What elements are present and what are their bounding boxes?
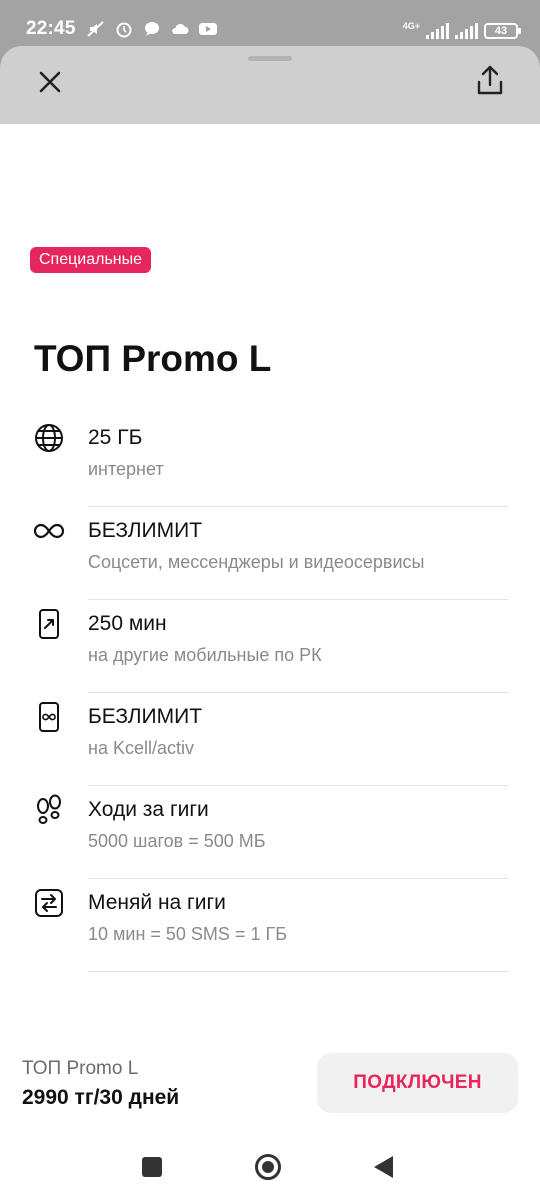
share-icon	[477, 65, 503, 95]
bottom-plan-name: ТОП Promo L	[22, 1058, 139, 1079]
globe-icon	[32, 421, 66, 455]
status-time: 22:45	[26, 18, 76, 39]
back-button[interactable]	[374, 1156, 393, 1178]
recents-button[interactable]	[142, 1157, 162, 1177]
mute-icon	[86, 20, 106, 38]
alarm-icon	[114, 20, 134, 38]
list-item: 250 мин на другие мобильные по РК	[0, 600, 540, 693]
list-item: Меняй на гиги 10 мин = 50 SMS = 1 ГБ	[0, 879, 540, 972]
phone-outgoing-icon	[32, 607, 66, 641]
youtube-icon	[198, 20, 218, 38]
close-button[interactable]	[30, 62, 70, 102]
signal-icon-2	[455, 23, 478, 39]
exchange-icon	[32, 886, 66, 920]
phone-unlimited-icon	[32, 700, 66, 734]
navigation-bar	[0, 1134, 540, 1200]
feature-title: БЕЗЛИМИТ	[88, 705, 203, 728]
feature-list: 25 ГБ интернет БЕЗЛИМИТ Соцсети, мессенд…	[0, 414, 540, 972]
status-icons	[86, 20, 218, 38]
feature-title: БЕЗЛИМИТ	[88, 519, 203, 542]
category-badge: Специальные	[30, 247, 152, 273]
bottom-bar: ТОП Promo L 2990 тг/30 дней ПОДКЛЮЧЕН	[0, 1034, 540, 1134]
cloud-icon	[170, 20, 190, 38]
bottom-price: 2990 тг/30 дней	[22, 1086, 180, 1109]
list-item: БЕЗЛИМИТ на Kcell/activ	[0, 693, 540, 786]
feature-title: 250 мин	[88, 612, 167, 635]
network-label: 4G+	[402, 21, 420, 31]
feature-title: Меняй на гиги	[88, 891, 226, 914]
share-button[interactable]	[468, 58, 512, 102]
feature-subtitle: интернет	[88, 459, 164, 479]
close-icon	[39, 71, 61, 93]
list-item: Ходи за гиги 5000 шагов = 500 МБ	[0, 786, 540, 879]
feature-title: 25 ГБ	[88, 426, 143, 449]
list-item: 25 ГБ интернет	[0, 414, 540, 507]
page-title: ТОП Promo L	[34, 338, 272, 379]
feature-subtitle: 10 мин = 50 SMS = 1 ГБ	[88, 924, 288, 944]
list-item: БЕЗЛИМИТ Соцсети, мессенджеры и видеосер…	[0, 507, 540, 600]
feature-subtitle: на Kcell/activ	[88, 738, 194, 758]
signal-icon	[426, 23, 449, 39]
home-button[interactable]	[255, 1154, 281, 1180]
divider	[88, 971, 508, 972]
connect-button[interactable]: ПОДКЛЮЧЕН	[317, 1053, 518, 1113]
sheet-grabber[interactable]	[248, 56, 292, 61]
footprints-icon	[32, 793, 66, 827]
battery-icon: 43	[484, 23, 521, 39]
sheet-header	[0, 46, 540, 124]
plan-details: Специальные ТОП Promo L 25 ГБ интернет Б…	[0, 124, 540, 1034]
chat-icon	[142, 20, 162, 38]
feature-title: Ходи за гиги	[88, 798, 209, 821]
infinity-icon	[32, 514, 66, 548]
feature-subtitle: 5000 шагов = 500 МБ	[88, 831, 266, 851]
status-right: 4G+ 43	[402, 21, 521, 41]
feature-subtitle: на другие мобильные по РК	[88, 645, 322, 665]
feature-subtitle: Соцсети, мессенджеры и видеосервисы	[88, 552, 425, 572]
